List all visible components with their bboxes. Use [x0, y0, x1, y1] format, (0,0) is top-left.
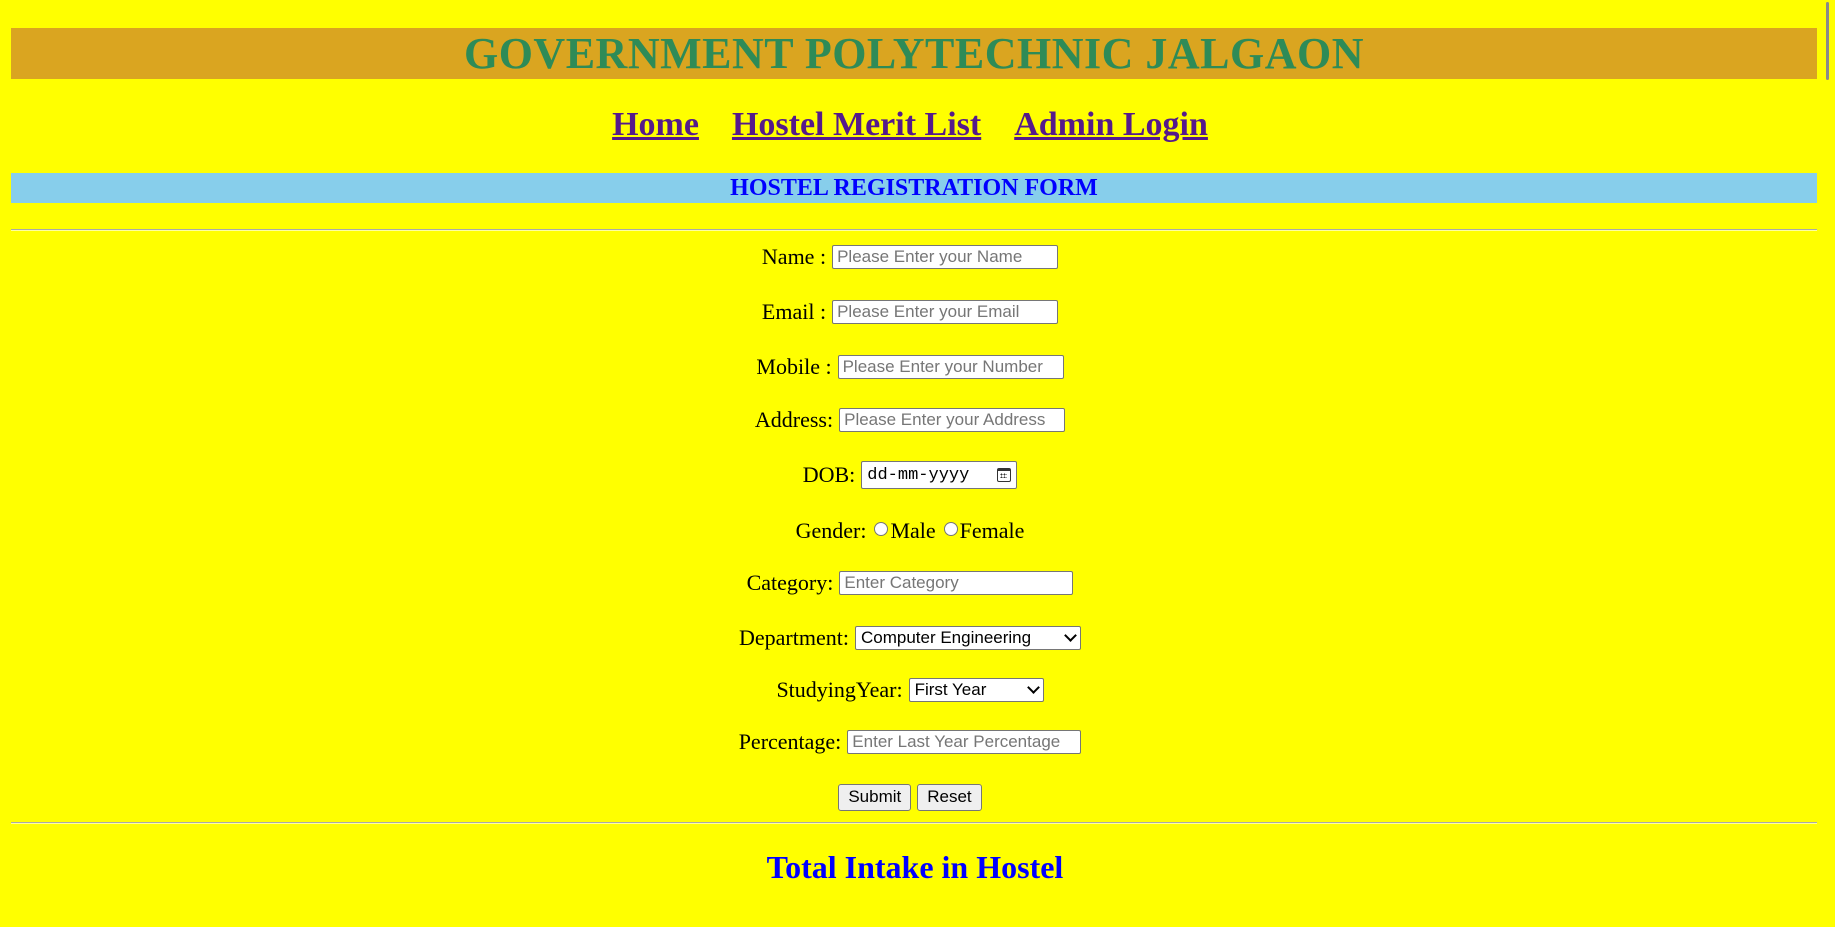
name-label: Name :	[761, 244, 827, 269]
intake-heading: Total Intake in Hostel	[766, 849, 1064, 885]
percentage-row: Percentage:	[0, 727, 1820, 757]
address-input[interactable]	[839, 408, 1066, 432]
calendar-icon[interactable]	[997, 468, 1012, 482]
nav-link-home[interactable]: Home	[612, 106, 699, 143]
studying-year-row: StudyingYear: First Year	[0, 675, 1820, 705]
main-nav: Home Hostel Merit List Admin Login	[0, 106, 1820, 143]
department-label: Department:	[739, 625, 849, 650]
nav-link-admin-login[interactable]: Admin Login	[1014, 106, 1208, 143]
department-select[interactable]: Computer Engineering	[854, 626, 1081, 650]
studying-year-selected: First Year	[914, 680, 987, 699]
department-selected: Computer Engineering	[860, 628, 1032, 647]
gender-row: Gender: Male Female	[0, 516, 1820, 546]
email-label: Email :	[761, 299, 827, 324]
gender-male-label[interactable]: Male	[890, 518, 935, 544]
form-actions: Submit Reset	[0, 782, 1820, 812]
address-label: Address:	[754, 407, 834, 432]
mobile-label: Mobile :	[756, 354, 832, 379]
category-input[interactable]	[839, 571, 1074, 595]
name-row: Name :	[0, 242, 1820, 272]
department-row: Department: Computer Engineering	[0, 623, 1820, 653]
dob-row: DOB: dd-mm-yyyy	[0, 460, 1820, 490]
chevron-down-icon	[1064, 628, 1077, 642]
studying-year-select[interactable]: First Year	[908, 678, 1044, 702]
submit-button[interactable]: Submit	[838, 783, 912, 811]
category-label: Category:	[746, 570, 834, 595]
divider-top	[11, 229, 1817, 231]
form-heading-banner: HOSTEL REGISTRATION FORM	[11, 173, 1817, 203]
percentage-input[interactable]	[847, 730, 1082, 754]
gender-female-radio[interactable]	[943, 522, 958, 536]
email-input[interactable]	[832, 300, 1059, 324]
name-input[interactable]	[832, 245, 1059, 269]
title-banner: GOVERNMENT POLYTECHNIC JALGAON	[11, 28, 1817, 79]
percentage-label: Percentage:	[738, 729, 842, 754]
mobile-row: Mobile :	[0, 352, 1820, 382]
page: GOVERNMENT POLYTECHNIC JALGAON Home Host…	[0, 0, 1835, 927]
form-heading: HOSTEL REGISTRATION FORM	[730, 174, 1098, 201]
address-row: Address:	[0, 405, 1820, 435]
category-row: Category:	[0, 568, 1820, 598]
scrollbar[interactable]	[1820, 0, 1835, 927]
reset-button[interactable]: Reset	[917, 783, 982, 811]
scrollbar-thumb[interactable]	[1826, 2, 1829, 80]
gender-female-label[interactable]: Female	[960, 518, 1025, 544]
dob-input[interactable]: dd-mm-yyyy	[861, 461, 1018, 489]
dob-value: dd-mm-yyyy	[867, 465, 970, 485]
mobile-input[interactable]	[837, 355, 1064, 379]
studying-year-label: StudyingYear:	[776, 677, 903, 702]
site-title: GOVERNMENT POLYTECHNIC JALGAON	[463, 28, 1364, 78]
chevron-down-icon	[1026, 680, 1040, 694]
dob-label: DOB:	[802, 462, 856, 487]
nav-link-hostel-merit-list[interactable]: Hostel Merit List	[732, 106, 981, 143]
divider-bottom	[11, 822, 1817, 824]
gender-male-radio[interactable]	[874, 522, 889, 536]
email-row: Email :	[0, 297, 1820, 327]
gender-label: Gender:	[795, 518, 867, 543]
